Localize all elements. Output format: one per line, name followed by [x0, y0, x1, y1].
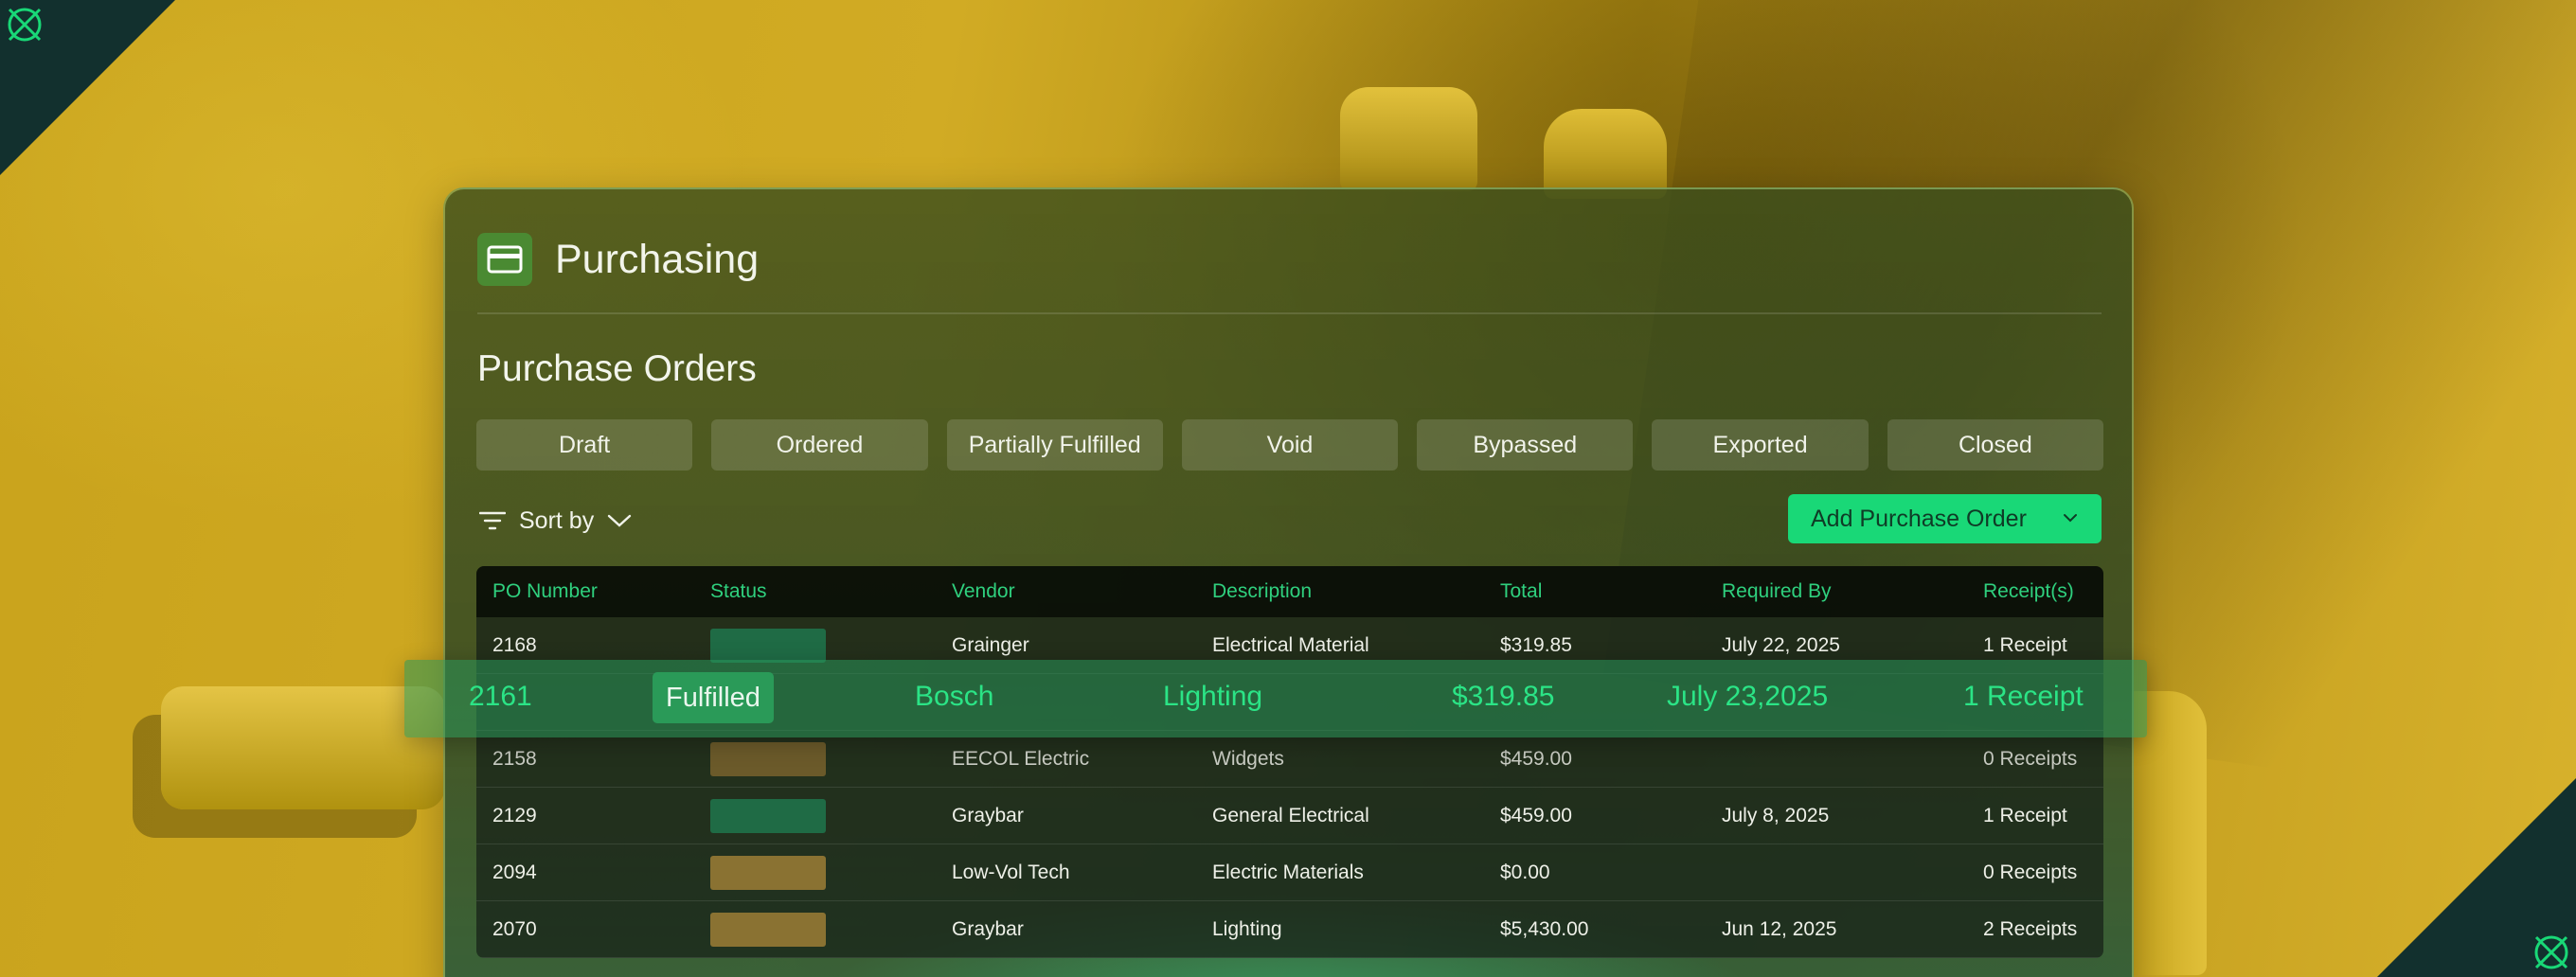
table-row[interactable]: 2070 Graybar Lighting $5,430.00 Jun 12, … [476, 901, 2103, 958]
status-badge: Fulfilled [653, 672, 774, 723]
filter-partially-fulfilled[interactable]: Partially Fulfilled [946, 419, 1163, 471]
column-header-vendor[interactable]: Vendor [952, 580, 1015, 603]
description: Electrical Material [1212, 633, 1369, 656]
total: $319.85 [1500, 633, 1572, 656]
highlighted-table-row[interactable]: 2161 Fulfilled Bosch Lighting $319.85 Ju… [404, 660, 2147, 737]
status-badge [710, 741, 826, 776]
column-header-required-by[interactable]: Required By [1722, 580, 1832, 603]
total: $5,430.00 [1500, 917, 1589, 940]
receipts: 0 Receipts [1983, 861, 2078, 883]
sort-label: Sort by [519, 506, 595, 534]
receipts: 1 Receipt [1983, 804, 2067, 826]
description: Lighting [1163, 681, 1263, 712]
vendor: Graybar [952, 917, 1024, 940]
po-number: 2070 [492, 917, 537, 940]
chevron-down-icon [608, 514, 632, 527]
column-header-po-number[interactable]: PO Number [492, 580, 598, 603]
total: $459.00 [1500, 747, 1572, 770]
required-by: July 22, 2025 [1722, 633, 1840, 656]
receipts: 1 Receipt [1983, 633, 2067, 656]
description: Electric Materials [1212, 861, 1364, 883]
chevron-down-icon[interactable] [2060, 507, 2081, 528]
filter-draft[interactable]: Draft [476, 419, 693, 471]
table-row[interactable]: 2094 Low-Vol Tech Electric Materials $0.… [476, 844, 2103, 901]
filter-void[interactable]: Void [1181, 419, 1399, 471]
brand-logo-icon [2534, 935, 2568, 969]
page-title: Purchase Orders [477, 348, 757, 389]
required-by: July 23,2025 [1667, 681, 1829, 712]
receipts: 0 Receipts [1983, 747, 2078, 770]
pipe-fitting [161, 686, 445, 809]
table-row[interactable]: 2158 EECOL Electric Widgets $459.00 0 Re… [476, 731, 2103, 788]
status-badge [710, 855, 826, 890]
po-number: 2158 [492, 747, 537, 770]
table-row[interactable]: 2129 Graybar General Electrical $459.00 … [476, 788, 2103, 844]
po-number: 2168 [492, 633, 537, 656]
filter-ordered[interactable]: Ordered [711, 419, 928, 471]
total: $319.85 [1452, 681, 1555, 712]
vendor: Graybar [952, 804, 1024, 826]
status-badge [710, 798, 826, 833]
credit-card-icon [477, 233, 532, 286]
filter-bypassed[interactable]: Bypassed [1417, 419, 1634, 471]
panel-header: Purchasing [477, 233, 2102, 314]
vendor: Bosch [915, 681, 994, 712]
pipe-fitting [1340, 87, 1477, 191]
description: Lighting [1212, 917, 1282, 940]
column-header-status[interactable]: Status [710, 580, 767, 603]
purchasing-panel: Purchasing Purchase Orders Draft Ordered… [443, 187, 2134, 977]
status-badge [710, 912, 826, 947]
po-number: 2161 [469, 681, 532, 712]
po-number: 2094 [492, 861, 537, 883]
add-purchase-order-label: Add Purchase Order [1811, 505, 2027, 532]
vendor: Grainger [952, 633, 1029, 656]
filter-exported[interactable]: Exported [1652, 419, 1869, 471]
description: Widgets [1212, 747, 1284, 770]
brand-logo-icon [8, 8, 42, 42]
total: $459.00 [1500, 804, 1572, 826]
vendor: Low-Vol Tech [952, 861, 1070, 883]
column-header-total[interactable]: Total [1500, 580, 1542, 603]
table-header: PO Number Status Vendor Description Tota… [476, 566, 2103, 617]
receipts: 2 Receipts [1983, 917, 2078, 940]
description: General Electrical [1212, 804, 1369, 826]
pipe-fitting [1544, 109, 1667, 199]
status-filter-tabs: Draft Ordered Partially Fulfilled Void B… [476, 419, 2103, 471]
vendor: EECOL Electric [952, 747, 1090, 770]
po-number: 2129 [492, 804, 537, 826]
required-by: July 8, 2025 [1722, 804, 1830, 826]
purchase-orders-table: PO Number Status Vendor Description Tota… [476, 566, 2103, 958]
column-header-description[interactable]: Description [1212, 580, 1312, 603]
receipts: 1 Receipt [1963, 681, 2084, 712]
status-badge [710, 628, 826, 663]
total: $0.00 [1500, 861, 1550, 883]
column-header-receipts[interactable]: Receipt(s) [1983, 580, 2074, 603]
app-title: Purchasing [555, 237, 760, 282]
filter-lines-icon [479, 511, 506, 530]
add-purchase-order-button[interactable]: Add Purchase Order [1788, 494, 2102, 543]
required-by: Jun 12, 2025 [1722, 917, 1837, 940]
sort-button[interactable]: Sort by [479, 502, 632, 540]
filter-closed[interactable]: Closed [1887, 419, 2103, 471]
